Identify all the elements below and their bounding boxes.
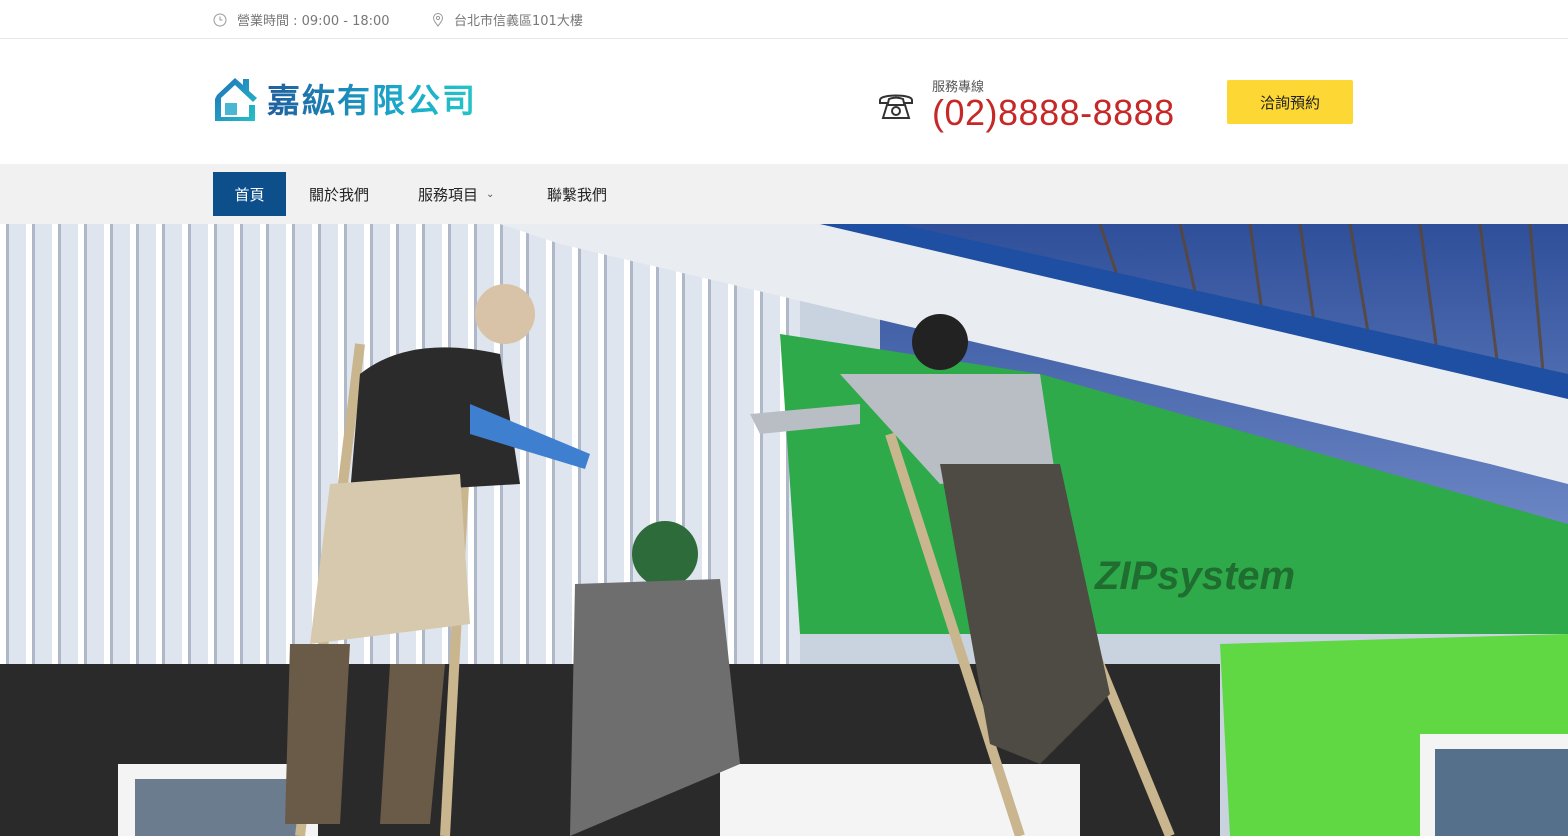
chevron-down-icon: ⌄ bbox=[486, 188, 495, 200]
service-hotline: 服務專線 (02)8888-8888 bbox=[878, 81, 1175, 131]
main-nav: 首頁 關於我們 服務項目 ⌄ 聯繫我們 bbox=[0, 164, 1568, 224]
business-hours-text: 營業時間 : 09:00 - 18:00 bbox=[237, 14, 390, 29]
hero-image: ZIPsystem bbox=[0, 224, 1568, 836]
clock-icon bbox=[213, 13, 227, 26]
address: 台北市信義區101大樓 bbox=[432, 10, 583, 29]
nav-item-home[interactable]: 首頁 bbox=[213, 172, 286, 216]
site-logo[interactable]: 嘉紘有限公司 bbox=[213, 74, 477, 122]
telephone-icon bbox=[879, 94, 913, 119]
workers-installing-metal-siding-photo: ZIPsystem bbox=[0, 224, 1568, 836]
nav-item-services[interactable]: 服務項目 ⌄ bbox=[418, 172, 494, 216]
nav-item-services-label: 服務項目 bbox=[418, 185, 479, 204]
address-text: 台北市信義區101大樓 bbox=[454, 14, 583, 29]
business-hours: 營業時間 : 09:00 - 18:00 bbox=[213, 10, 390, 29]
sheathing-brand-text: ZIPsystem bbox=[1094, 554, 1295, 598]
nav-item-contact[interactable]: 聯繫我們 bbox=[547, 172, 607, 216]
phone-number[interactable]: (02)8888-8888 bbox=[932, 95, 1175, 131]
house-logo-icon bbox=[215, 78, 257, 121]
logo-text: 嘉紘有限公司 bbox=[267, 74, 477, 122]
map-pin-icon bbox=[432, 12, 444, 27]
booking-inquiry-button[interactable]: 洽詢預約 bbox=[1227, 80, 1353, 124]
top-info-bar: 營業時間 : 09:00 - 18:00 台北市信義區101大樓 bbox=[0, 0, 1568, 39]
nav-item-about[interactable]: 關於我們 bbox=[309, 172, 369, 216]
site-header: 嘉紘有限公司 服務專線 (02)8888-8888 洽詢預約 bbox=[0, 39, 1568, 164]
